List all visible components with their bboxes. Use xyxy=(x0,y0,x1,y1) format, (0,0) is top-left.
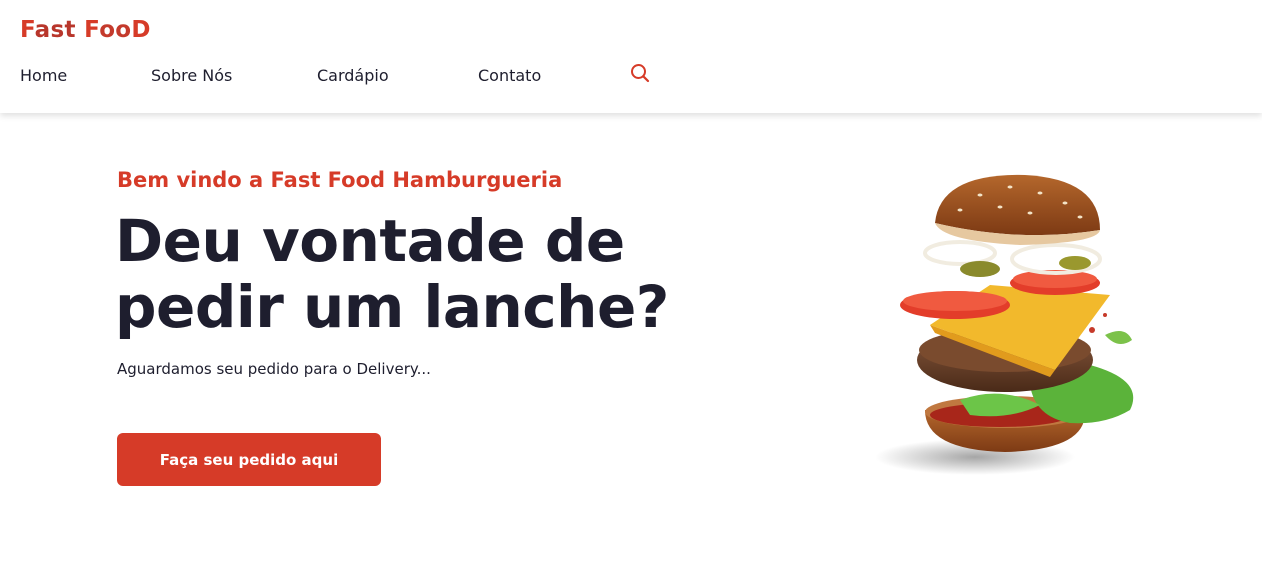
hero-subtitle: Aguardamos seu pedido para o Delivery... xyxy=(117,360,431,378)
logo-letter: F xyxy=(84,17,100,43)
logo[interactable]: Fast FooD xyxy=(20,17,151,43)
logo-text: ast xyxy=(34,17,85,43)
nav-home[interactable]: Home xyxy=(20,66,67,85)
logo-text: oo xyxy=(99,17,132,43)
hero-title: Deu vontade de pedir um lanche? xyxy=(115,208,755,340)
logo-letter: F xyxy=(20,17,35,43)
nav-cardapio[interactable]: Cardápio xyxy=(317,66,389,85)
hero-title-line: pedir um lanche? xyxy=(115,273,669,341)
logo-letter: D xyxy=(131,17,151,43)
order-button[interactable]: Faça seu pedido aqui xyxy=(117,433,381,486)
search-icon[interactable] xyxy=(630,63,650,83)
nav-sobre-nos[interactable]: Sobre Nós xyxy=(151,66,232,85)
burger-image xyxy=(860,165,1160,485)
hero-welcome: Bem vindo a Fast Food Hamburgueria xyxy=(117,168,563,192)
hero-title-line: Deu vontade de xyxy=(115,207,625,275)
site-header: Fast FooD Home Sobre Nós Cardápio Contat… xyxy=(0,0,1262,113)
nav-contato[interactable]: Contato xyxy=(478,66,541,85)
